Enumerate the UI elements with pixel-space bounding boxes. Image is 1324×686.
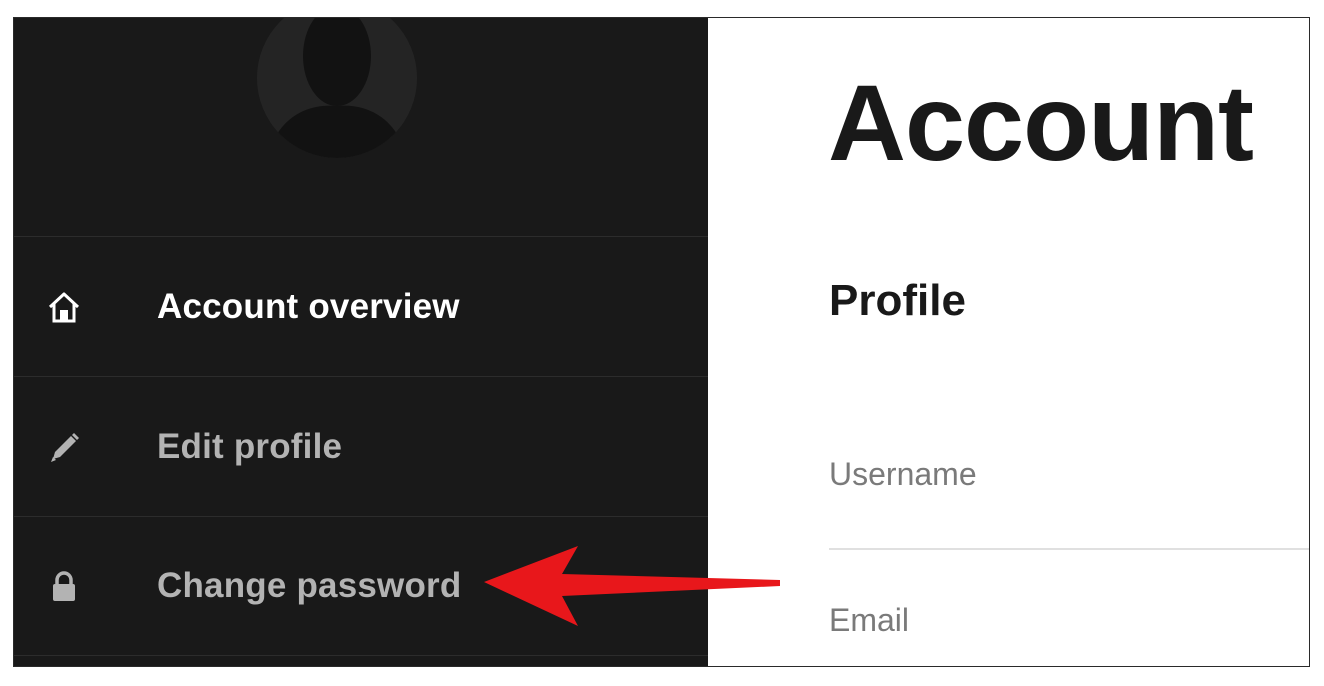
sidebar: Account overview Edit profile Change pas… [14, 18, 708, 666]
divider [829, 548, 1309, 550]
email-label: Email [829, 602, 910, 638]
section-title: Profile [829, 276, 966, 325]
sidebar-item-label: Edit profile [157, 426, 343, 466]
sidebar-item-label: Change password [157, 566, 462, 605]
lock-icon [46, 568, 82, 604]
pencil-icon [46, 429, 82, 465]
home-icon [46, 289, 82, 325]
sidebar-item-label: Account overview [157, 286, 460, 326]
screenshot-frame: Account overview Edit profile Change pas… [13, 17, 1310, 667]
main-content: Account Profile Username Email [708, 18, 1309, 666]
sidebar-item-edit-profile[interactable]: Edit profile [14, 376, 708, 516]
page-title: Account [828, 62, 1254, 183]
avatar [257, 18, 417, 158]
user-silhouette-icon [257, 18, 417, 158]
sidebar-item-change-password[interactable]: Change password [14, 516, 708, 656]
sidebar-item-account-overview[interactable]: Account overview [14, 236, 708, 376]
username-label: Username [829, 456, 977, 492]
